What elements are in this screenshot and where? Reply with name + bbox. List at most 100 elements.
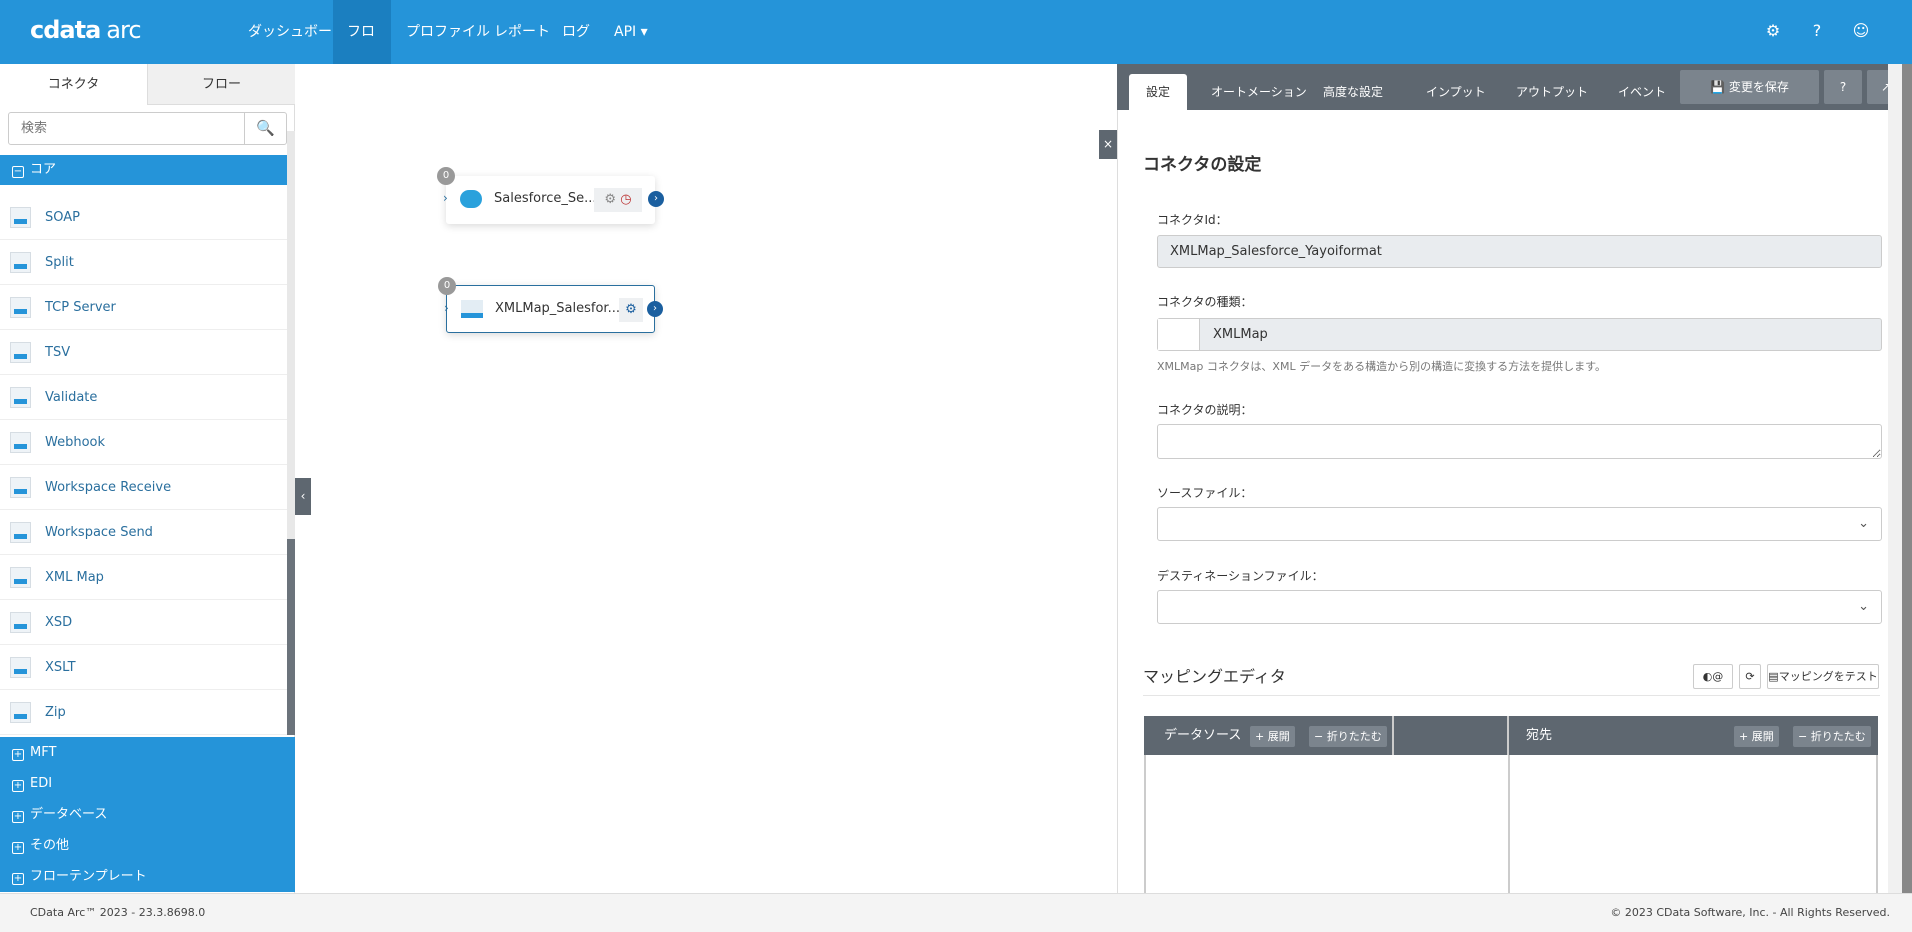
input-chevron-icon[interactable]: › xyxy=(444,301,449,315)
category-2[interactable]: + データベース xyxy=(0,799,295,830)
tab-automation[interactable]: オートメーション xyxy=(1199,74,1319,110)
flow-canvas[interactable] xyxy=(295,64,1117,893)
connector-item-validate[interactable]: Validate xyxy=(0,375,287,420)
connector-item-tsv[interactable]: TSV xyxy=(0,330,287,375)
xmlmap-icon xyxy=(461,300,483,318)
connector-item-zip[interactable]: Zip xyxy=(0,690,287,735)
source-expand-button[interactable]: + 展開 xyxy=(1250,726,1295,747)
help-icon[interactable]: ? xyxy=(1806,20,1828,42)
connector-item-xsd[interactable]: XSD xyxy=(0,600,287,645)
category-label: データベース xyxy=(30,807,108,822)
nav-api[interactable]: API ▾ xyxy=(600,0,662,64)
chevron-down-icon: ⌄ xyxy=(1858,599,1869,614)
category-label: EDI xyxy=(30,776,53,791)
save-button[interactable]: 💾 変更を保存 xyxy=(1680,70,1819,104)
output-arrow-icon[interactable]: › xyxy=(647,301,663,317)
description-label: コネクタの説明： xyxy=(1157,403,1253,417)
category-core[interactable]: − コア xyxy=(0,155,295,185)
connector-item-tcp-server[interactable]: TCP Server xyxy=(0,285,287,330)
expand-icon: + xyxy=(12,811,24,823)
tab-advanced[interactable]: 高度な設定 xyxy=(1311,74,1395,110)
connector-item-soap[interactable]: SOAP xyxy=(0,195,287,240)
connector-label: Workspace Send xyxy=(45,525,153,540)
search-icon[interactable]: 🔍 xyxy=(244,113,286,144)
tab-settings[interactable]: 設定 xyxy=(1129,74,1187,110)
connector-type-field: XMLMap xyxy=(1157,318,1882,351)
test-mapping-button[interactable]: ▤マッピングをテスト xyxy=(1767,664,1879,689)
xmlmap-icon xyxy=(1158,319,1200,350)
description-textarea[interactable] xyxy=(1157,424,1882,459)
connector-id-field[interactable]: XMLMap_Salesforce_Yayoiformat xyxy=(1157,235,1882,268)
gear-icon[interactable]: ⚙ xyxy=(619,298,643,322)
version-text: CData Arc™ 2023 - 23.3.8698.0 xyxy=(30,906,206,919)
gear-icon[interactable]: ⚙ xyxy=(604,192,616,207)
tab-input[interactable]: インプット xyxy=(1414,74,1498,110)
connector-item-split[interactable]: Split xyxy=(0,240,287,285)
dest-collapse-button[interactable]: − 折りたたむ xyxy=(1793,726,1871,747)
connector-icon xyxy=(10,657,31,678)
connector-label: Zip xyxy=(45,705,66,720)
tab-output[interactable]: アウトプット xyxy=(1504,74,1600,110)
toggle-icon: ◐ xyxy=(1702,670,1713,683)
search-input[interactable] xyxy=(9,113,244,144)
connector-label: XSLT xyxy=(45,660,76,675)
cdata-arc-logo[interactable]: cdata arc xyxy=(30,16,142,44)
dest-expand-button[interactable]: + 展開 xyxy=(1734,726,1779,747)
chevron-down-icon: ⌄ xyxy=(1858,516,1869,531)
flow-node-xmlmap[interactable]: 0 › XMLMap_Salesfor... ⚙ › xyxy=(438,277,663,333)
tab-events[interactable]: イベント xyxy=(1606,74,1678,110)
footer: CData Arc™ 2023 - 23.3.8698.0 © 2023 CDa… xyxy=(0,893,1912,932)
node-label: Salesforce_Se... xyxy=(494,191,597,206)
connector-label: XML Map xyxy=(45,570,104,585)
connector-item-webhook[interactable]: Webhook xyxy=(0,420,287,465)
connector-item-xml-map[interactable]: XML Map xyxy=(0,555,287,600)
category-1[interactable]: + EDI xyxy=(0,768,295,799)
tab-flows[interactable]: フロー xyxy=(147,64,295,105)
connector-icon xyxy=(10,297,31,318)
divider xyxy=(1507,716,1509,755)
connector-icon xyxy=(10,387,31,408)
search-box: 🔍 xyxy=(8,112,287,145)
copyright-text: © 2023 CData Software, Inc. - All Rights… xyxy=(1610,906,1890,919)
category-label: コア xyxy=(30,162,57,177)
category-3[interactable]: + その他 xyxy=(0,830,295,861)
sidebar-scroll-thumb[interactable] xyxy=(287,539,295,735)
source-file-select[interactable]: ⌄ xyxy=(1157,507,1882,541)
category-label: その他 xyxy=(30,838,70,853)
nav-log[interactable]: ログ xyxy=(548,0,604,64)
destination-file-select[interactable]: ⌄ xyxy=(1157,590,1882,624)
settings-tabs: 設定 オートメーション 高度な設定 インプット アウトプット イベント 💾 変更… xyxy=(1117,64,1912,110)
category-4[interactable]: + フローテンプレート xyxy=(0,861,295,892)
expand-icon: + xyxy=(12,780,24,792)
source-tree-pane[interactable] xyxy=(1144,755,1395,893)
nav-flow[interactable]: フロー xyxy=(333,0,391,104)
salesforce-cloud-icon xyxy=(460,190,482,208)
collapse-sidebar-icon[interactable]: ‹ xyxy=(295,478,311,515)
destination-tree-pane[interactable] xyxy=(1508,755,1878,893)
source-collapse-button[interactable]: − 折りたたむ xyxy=(1309,726,1387,747)
source-file-label: ソースファイル： xyxy=(1157,486,1253,500)
connector-icon xyxy=(10,252,31,273)
toggle-attributes-button[interactable]: ◐@ xyxy=(1693,664,1733,689)
expand-icon: + xyxy=(12,842,24,854)
help-icon[interactable]: ? xyxy=(1824,70,1862,104)
input-chevron-icon[interactable]: › xyxy=(443,191,448,205)
category-label: フローテンプレート xyxy=(30,869,147,884)
tab-connectors[interactable]: コネクタ xyxy=(0,64,147,105)
connector-item-xslt[interactable]: XSLT xyxy=(0,645,287,690)
connector-type-label: コネクタの種類： xyxy=(1157,295,1253,309)
divider xyxy=(1392,716,1394,755)
gear-icon[interactable]: ⚙ xyxy=(1762,20,1784,42)
connector-item-workspace-send[interactable]: Workspace Send xyxy=(0,510,287,555)
flow-node-salesforce[interactable]: 0 › Salesforce_Se... ⚙ ◷ › xyxy=(437,167,664,224)
connector-item-workspace-receive[interactable]: Workspace Receive xyxy=(0,465,287,510)
panel-scroll-thumb[interactable] xyxy=(1902,64,1912,893)
output-arrow-icon[interactable]: › xyxy=(648,191,664,207)
category-0[interactable]: + MFT xyxy=(0,737,295,768)
close-panel-icon[interactable]: × xyxy=(1099,130,1117,159)
user-icon[interactable]: ☺ xyxy=(1850,20,1872,42)
connector-label: SOAP xyxy=(45,210,80,225)
refresh-icon[interactable]: ⟳ xyxy=(1739,664,1761,689)
clock-icon[interactable]: ◷ xyxy=(620,192,631,207)
destination-header: 宛先 xyxy=(1526,728,1553,743)
